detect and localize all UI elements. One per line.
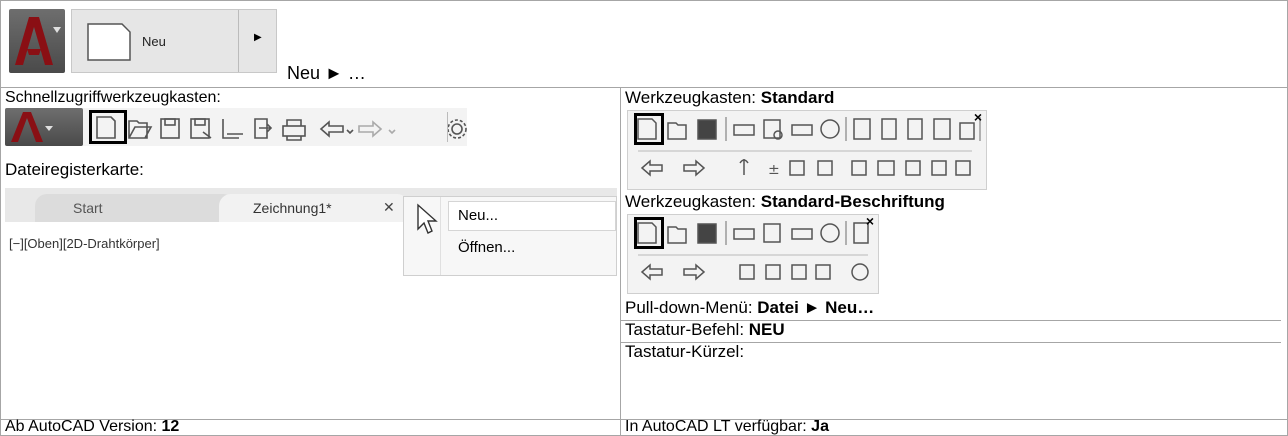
reference-table: Neu ▶ Neu ► … Schnellzugriffwerkzeugkast… <box>0 0 1288 436</box>
ribbon-path-text: Neu ► … <box>287 63 366 83</box>
ribbon-new-button[interactable]: Neu ▶ <box>71 9 277 73</box>
close-icon[interactable]: × <box>974 109 982 125</box>
annotation-toolbar-icons <box>637 221 869 281</box>
chevron-right-icon[interactable]: ▶ <box>254 32 262 43</box>
tab-drawing[interactable]: Zeichnung1* ✕ <box>219 194 409 222</box>
highlighted-new-button[interactable] <box>89 110 127 144</box>
viewport-label: [−][Oben][2D-Drahtkörper] <box>9 236 160 251</box>
close-icon[interactable]: × <box>866 213 874 229</box>
shortcut-line: Tastatur-Kürzel: <box>625 342 745 361</box>
highlighted-new-button[interactable] <box>634 113 664 145</box>
right-cell: Werkzeugkasten: Standard × ± Werkzeugkas… <box>620 87 1288 420</box>
ribbon-cell: Neu ▶ Neu ► … <box>0 0 1288 88</box>
quick-access-toolbar <box>5 108 467 146</box>
toolbar1-caption: Werkzeugkasten: Standard <box>625 88 835 107</box>
tab-start[interactable]: Start <box>35 194 235 222</box>
app-menu-button[interactable] <box>9 9 65 73</box>
toolbar2-caption: Werkzeugkasten: Standard-Beschriftung <box>625 192 945 211</box>
pulldown-line: Pull-down-Menü: Datei ► Neu… <box>625 298 875 317</box>
qat-title: Schnellzugriffwerkzeugkasten: <box>5 89 221 106</box>
qat-icons <box>96 116 467 141</box>
menu-item-open[interactable]: Öffnen... <box>458 239 515 256</box>
command-line: Tastatur-Befehl: NEU <box>625 320 785 339</box>
app-menu-button-small[interactable] <box>5 108 83 146</box>
ribbon-new-label: Neu <box>142 34 166 49</box>
version-cell: Ab AutoCAD Version: 12 <box>0 419 621 436</box>
svg-text:±: ± <box>768 162 780 178</box>
left-cell: Schnellzugriffwerkzeugkasten: Dateiregis… <box>0 87 621 420</box>
lt-cell: In AutoCAD LT verfügbar: Ja <box>620 419 1288 436</box>
filetab-title: Dateiregisterkarte: <box>5 160 144 179</box>
standard-annotation-toolbar: × <box>627 213 879 294</box>
autocad-logo-icon <box>11 112 53 142</box>
highlighted-new-button[interactable] <box>634 217 664 249</box>
standard-toolbar: × ± <box>627 109 987 190</box>
new-document-icon <box>87 23 131 61</box>
menu-item-new[interactable]: Neu... <box>458 207 498 224</box>
standard-toolbar-icons: ± <box>637 117 981 178</box>
context-menu: Neu... Öffnen... <box>403 196 617 276</box>
autocad-logo-icon <box>15 17 61 65</box>
tab-drawing-label: Zeichnung1* <box>253 200 332 216</box>
close-icon[interactable]: ✕ <box>383 199 395 216</box>
